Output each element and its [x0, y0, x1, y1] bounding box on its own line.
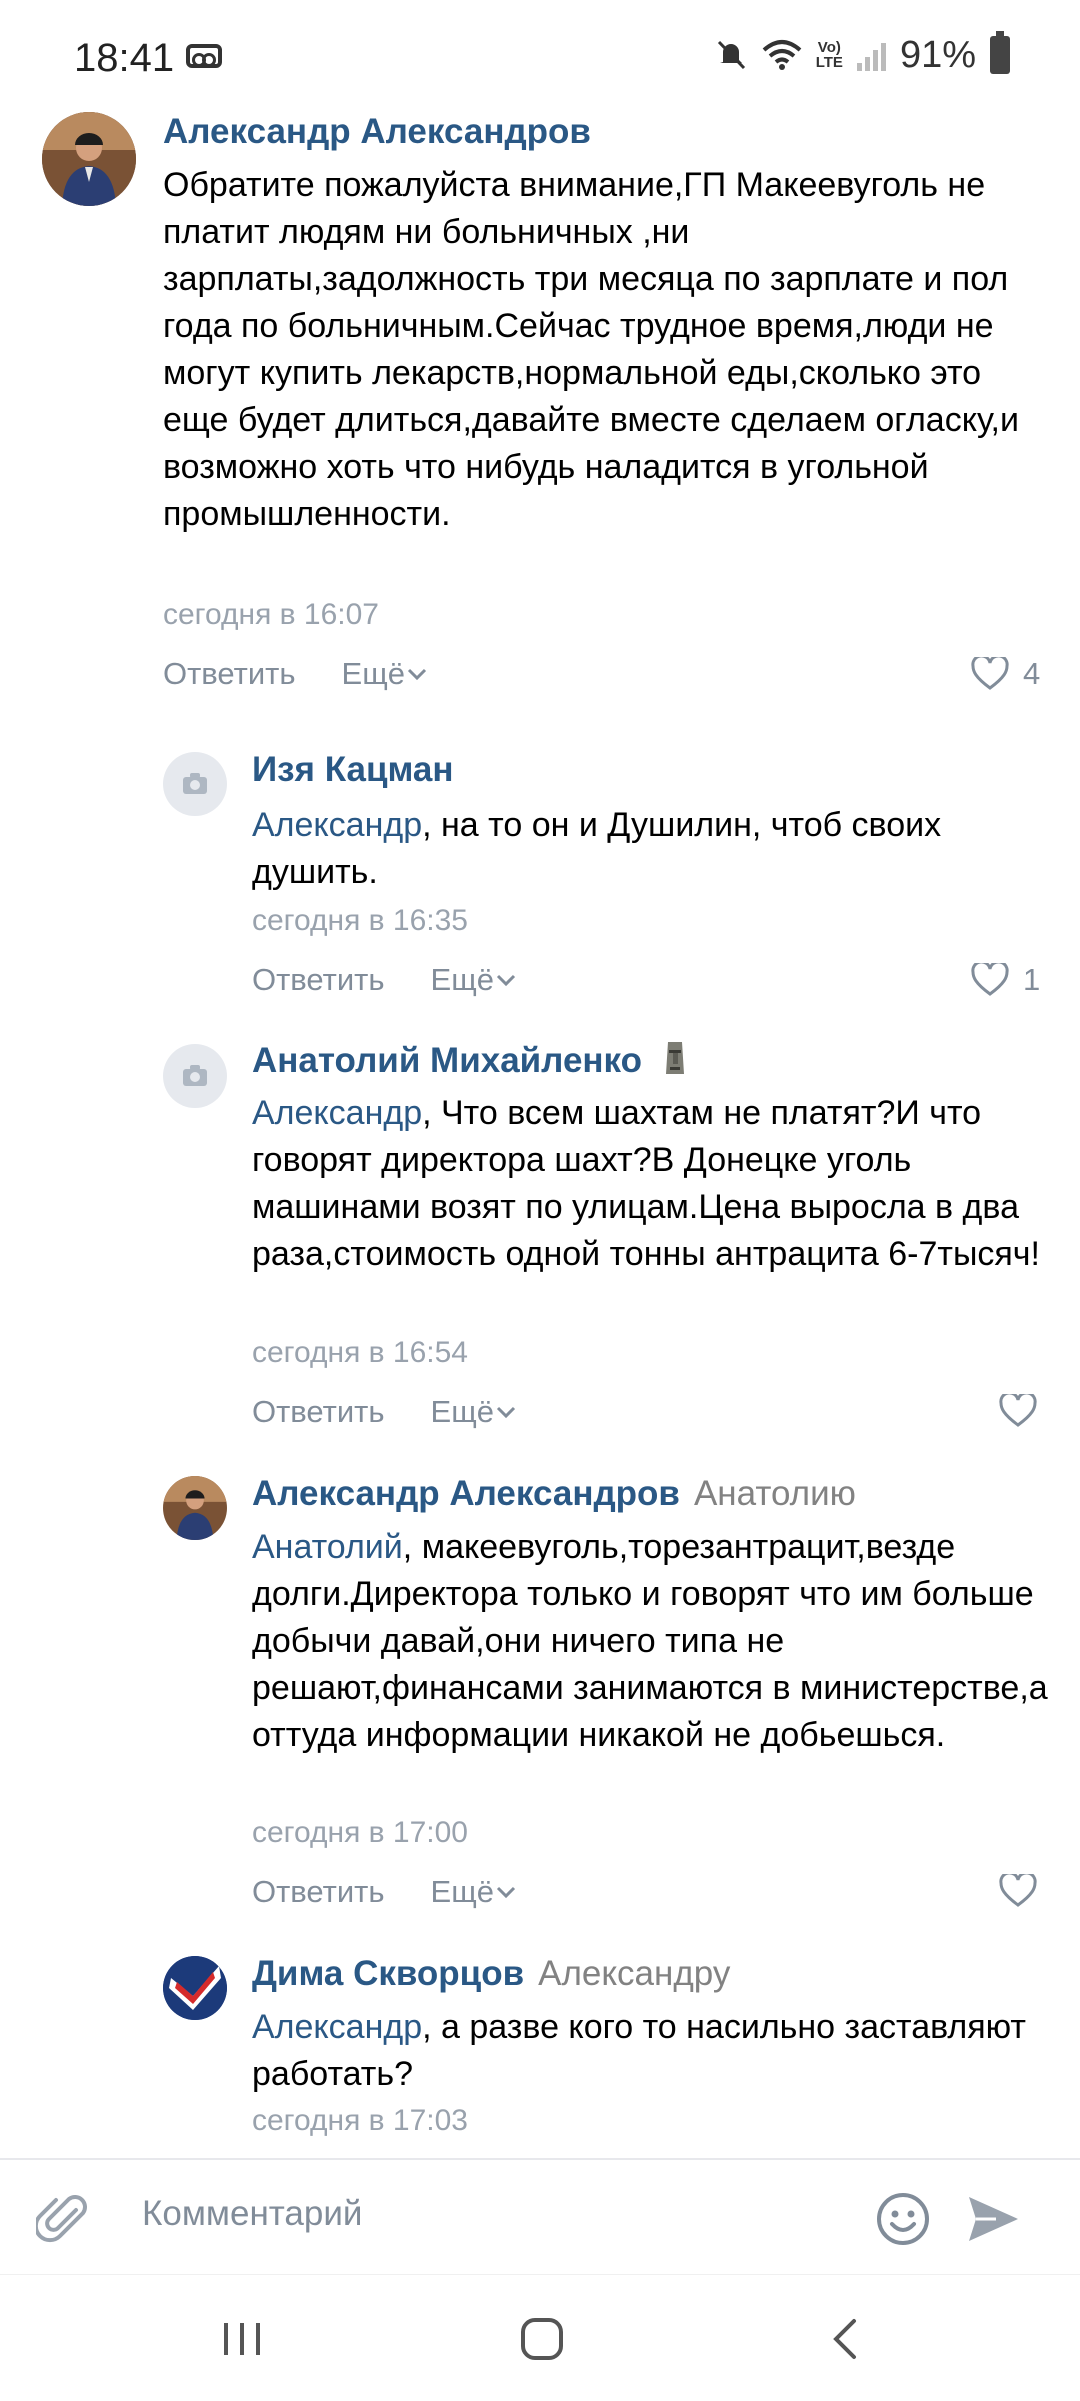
avatar[interactable]	[163, 752, 227, 816]
comment-text: Александр, Что всем шахтам не платят?И ч…	[252, 1090, 1042, 1278]
like-button[interactable]: 1	[971, 962, 1040, 998]
mention-link[interactable]: Александр	[252, 806, 422, 844]
reply-to-label[interactable]: Александру	[538, 1954, 730, 1993]
reply-button[interactable]: Ответить	[163, 656, 296, 692]
comment-text: Анатолий, макеевуголь,торезантрацит,везд…	[252, 1524, 1052, 1759]
more-label: Ещё	[341, 656, 405, 691]
reply-to-label[interactable]: Анатолию	[694, 1474, 856, 1513]
volte-icon: Vo) LTE	[815, 39, 843, 71]
voicemail-icon	[186, 44, 222, 68]
comment-time[interactable]: сегодня в 16:54	[252, 1336, 468, 1370]
comment-author[interactable]: Дима Скворцов Александру	[252, 1954, 730, 1994]
more-label: Ещё	[430, 1874, 494, 1909]
heart-icon	[971, 657, 1009, 690]
battery-percent: 91%	[899, 33, 976, 76]
comment-actions: Ответить Ещё	[252, 1874, 518, 1910]
recents-icon[interactable]	[220, 2317, 264, 2361]
comment: Изя Кацман Александр, на то он и Душилин…	[0, 740, 1080, 1020]
avatar[interactable]	[163, 1044, 227, 1108]
like-count: 4	[1023, 656, 1041, 691]
comment-actions: Ответить Ещё	[163, 656, 429, 692]
avatar[interactable]	[163, 1476, 227, 1540]
more-label: Ещё	[430, 1394, 494, 1429]
comment-author[interactable]: Александр Александров Анатолию	[252, 1474, 856, 1514]
reply-button[interactable]: Ответить	[252, 1874, 385, 1910]
author-name: Дима Скворцов	[252, 1954, 525, 1993]
mention-link[interactable]: Александр	[252, 1094, 422, 1132]
comment-actions: Ответить Ещё	[252, 1394, 518, 1430]
chevron-down-icon	[407, 668, 427, 681]
more-button[interactable]: Ещё	[431, 1874, 518, 1910]
status-right: Vo) LTE 91%	[714, 30, 1010, 80]
more-button[interactable]: Ещё	[431, 962, 518, 998]
comment-input[interactable]: Комментарий	[142, 2194, 362, 2234]
avatar[interactable]	[163, 1956, 227, 2020]
author-name: Анатолий Михайленко	[252, 1041, 642, 1080]
paperclip-icon[interactable]	[36, 2190, 92, 2246]
comment-time[interactable]: сегодня в 16:07	[163, 598, 379, 632]
battery-icon	[990, 31, 1010, 74]
comment-text: Александр, на то он и Душилин, чтоб свои…	[252, 802, 1042, 896]
camera-icon	[183, 1065, 207, 1086]
comment-text: Обратите пожалуйста внимание,ГП Макеевуг…	[163, 166, 1019, 533]
back-icon[interactable]	[826, 2315, 866, 2363]
smile-icon[interactable]	[876, 2192, 930, 2246]
reply-button[interactable]: Ответить	[252, 1394, 385, 1430]
like-button[interactable]: 4	[971, 656, 1040, 692]
send-icon[interactable]	[966, 2194, 1020, 2244]
home-icon[interactable]	[518, 2315, 566, 2363]
author-name: Александр Александров	[252, 1474, 680, 1513]
mute-icon	[717, 40, 745, 70]
comment-author[interactable]: Анатолий Михайленко	[252, 1040, 690, 1081]
system-nav-bar	[0, 2274, 1080, 2401]
comment: Александр Александров Анатолию Анатолий, …	[0, 1466, 1080, 1946]
comments-feed[interactable]: Александр Александров Обратите пожалуйст…	[0, 100, 1080, 2158]
mention-link[interactable]: Александр	[252, 2008, 422, 2046]
avatar[interactable]	[42, 112, 136, 206]
comment-composer: Комментарий	[0, 2158, 1080, 2274]
more-button[interactable]: Ещё	[342, 656, 429, 692]
comment-time[interactable]: сегодня в 17:03	[252, 2104, 468, 2138]
moai-emoji-icon	[665, 1042, 684, 1074]
like-button[interactable]	[999, 1394, 1037, 1428]
camera-icon	[183, 773, 207, 794]
wifi-icon	[762, 40, 802, 70]
heart-icon	[999, 1394, 1037, 1427]
comment-author[interactable]: Александр Александров	[163, 112, 591, 152]
comment-actions: Ответить Ещё	[252, 962, 518, 998]
reply-button[interactable]: Ответить	[252, 962, 385, 998]
heart-icon	[971, 963, 1009, 996]
status-time: 18:41	[74, 36, 175, 80]
more-button[interactable]: Ещё	[431, 1394, 518, 1430]
chevron-down-icon	[496, 1406, 516, 1419]
status-bar: 18:41 Vo) LTE 91%	[0, 0, 1080, 92]
comment: Анатолий Михайленко Александр, Что всем …	[0, 1030, 1080, 1460]
comment: Александр Александров Обратите пожалуйст…	[0, 100, 1080, 700]
mention-link[interactable]: Анатолий	[252, 1528, 403, 1566]
comment-time[interactable]: сегодня в 16:35	[252, 904, 468, 938]
more-label: Ещё	[430, 962, 494, 997]
comment-author[interactable]: Изя Кацман	[252, 750, 454, 790]
comment: Дима Скворцов Александру Александр, а раз…	[0, 1946, 1080, 2158]
comment-text: Александр, а разве кого то насильно заст…	[252, 2004, 1042, 2098]
comment-time[interactable]: сегодня в 17:00	[252, 1816, 468, 1850]
like-count: 1	[1023, 962, 1041, 997]
like-button[interactable]	[999, 1874, 1037, 1908]
signal-icon	[856, 39, 886, 71]
chevron-down-icon	[496, 1886, 516, 1899]
heart-icon	[999, 1874, 1037, 1907]
chevron-down-icon	[496, 974, 516, 987]
